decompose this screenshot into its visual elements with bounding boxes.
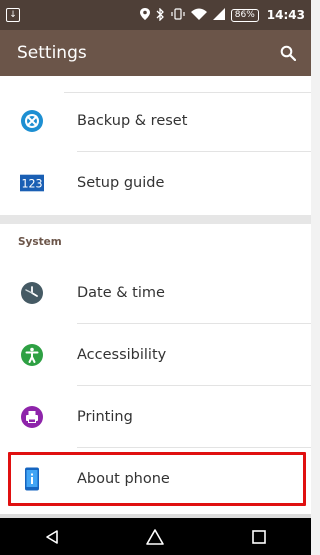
home-icon[interactable] — [135, 522, 175, 552]
svg-text:123: 123 — [21, 177, 42, 190]
clock-icon — [20, 281, 44, 305]
printer-icon — [20, 405, 44, 429]
list-item-label: Accessibility — [77, 346, 167, 363]
battery-indicator: 86% — [230, 8, 259, 22]
list-item-label: Printing — [77, 408, 133, 425]
navigation-bar — [0, 518, 311, 555]
signal-icon — [212, 8, 225, 22]
location-icon — [139, 8, 150, 22]
wifi-icon — [190, 8, 207, 22]
bluetooth-icon — [156, 6, 165, 23]
back-icon[interactable] — [32, 522, 72, 552]
status-time: 14:43 — [266, 8, 305, 22]
status-icons: 86% 14:43 — [139, 6, 305, 23]
settings-list-top: Backup & reset 123 Setup guide — [0, 76, 311, 215]
download-notification-icon: ↓ — [6, 8, 20, 22]
list-item-label: Backup & reset — [77, 112, 188, 129]
settings-list-system: System Date & time Accessibility Printin… — [0, 224, 311, 514]
status-bar: ↓ 86% 14:43 — [0, 0, 311, 30]
backup-reset-icon — [20, 109, 44, 133]
setup-guide-icon: 123 — [20, 171, 44, 195]
phone-info-icon — [20, 467, 44, 491]
search-icon[interactable] — [277, 42, 299, 64]
list-item-label: Date & time — [77, 284, 165, 301]
list-item-label: About phone — [77, 470, 170, 487]
app-toolbar: Settings — [0, 30, 311, 76]
list-item-about-phone[interactable]: About phone — [0, 448, 311, 509]
page-title: Settings — [17, 43, 87, 63]
list-item-date-time[interactable]: Date & time — [0, 262, 311, 323]
recents-icon[interactable] — [239, 522, 279, 552]
vibrate-icon — [171, 8, 185, 22]
accessibility-icon — [20, 343, 44, 367]
list-item-label: Setup guide — [77, 174, 165, 191]
section-separator — [0, 215, 311, 224]
list-item-printing[interactable]: Printing — [0, 386, 311, 447]
list-item-setup-guide[interactable]: 123 Setup guide — [0, 152, 311, 213]
list-item-accessibility[interactable]: Accessibility — [0, 324, 311, 385]
list-item-backup-reset[interactable]: Backup & reset — [0, 90, 311, 151]
section-title-system: System — [18, 236, 62, 248]
